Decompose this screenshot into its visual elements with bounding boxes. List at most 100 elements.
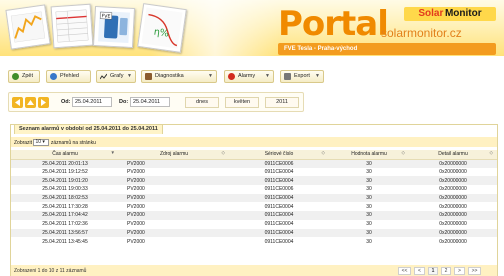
- cell-detail: 0x20000000: [409, 193, 497, 203]
- cell-source: PV2000: [119, 185, 229, 194]
- previous-period-button[interactable]: [12, 97, 23, 108]
- next-period-button[interactable]: [38, 97, 49, 108]
- back-button[interactable]: Zpět: [8, 70, 40, 83]
- export-button-label: Export: [294, 73, 310, 79]
- station-name-bar: FVE Tesla - Praha-východ: [278, 43, 496, 55]
- month-button[interactable]: květen: [225, 97, 259, 108]
- cell-serial: 0911CE0006: [229, 185, 329, 194]
- back-button-label: Zpět: [22, 73, 34, 79]
- overview-button[interactable]: Přehled: [46, 70, 91, 83]
- column-header-label: Čas alarmu: [52, 151, 78, 158]
- sort-icon: ◇: [401, 150, 405, 155]
- cell-serial: 0911CE0004: [229, 211, 329, 220]
- alarm-table: Čas alarmu ▼ Zdroj alarmu ◇ Sériové číslo ◇…: [11, 150, 497, 246]
- overview-button-label: Přehled: [60, 73, 79, 79]
- pager-next-button[interactable]: >: [454, 267, 465, 275]
- portal-header: FVE η% Portal Solar Monitor solarmonitor…: [0, 0, 504, 56]
- cell-time: 25.04.2011 13:56:57: [11, 228, 119, 238]
- inverter-card-icon: FVE: [92, 5, 136, 49]
- cell-detail: 0x20000000: [409, 237, 497, 246]
- svg-text:η%: η%: [153, 27, 169, 40]
- cell-serial: 0911CE0004: [229, 202, 329, 212]
- sort-icon: ◇: [221, 150, 225, 155]
- export-menu-button[interactable]: Export ▼: [280, 70, 324, 83]
- per-page-control: Zobrazit 10 ▾ záznamů na stránku: [14, 139, 96, 146]
- up-period-button[interactable]: [25, 97, 36, 108]
- today-button[interactable]: dnes: [185, 97, 219, 108]
- cell-serial: 0911CE0006: [229, 159, 329, 168]
- cell-source: PV2000: [119, 228, 229, 238]
- cell-detail: 0x20000000: [409, 228, 497, 238]
- column-header-time[interactable]: Čas alarmu ▼: [11, 150, 119, 160]
- column-header-serial[interactable]: Sériové číslo ◇: [229, 150, 329, 160]
- per-page-select[interactable]: 10 ▾: [33, 139, 50, 146]
- table-info: Zobrazeni 1 do 10 z 11 záznamů: [14, 268, 87, 274]
- cell-value: 30: [329, 237, 409, 246]
- chart-icon: [99, 73, 108, 80]
- cell-time: 25.04.2011 13:45:45: [11, 237, 119, 246]
- table-header-row: Čas alarmu ▼ Zdroj alarmu ◇ Sériové číslo ◇…: [11, 150, 497, 160]
- diagnostics-menu-button[interactable]: Diagnostika ▼: [141, 70, 217, 83]
- cell-time: 25.04.2011 19:00:33: [11, 185, 119, 194]
- cell-value: 30: [329, 185, 409, 194]
- portal-title: Portal: [278, 4, 389, 44]
- cell-value: 30: [329, 211, 409, 220]
- column-header-label: Sériové číslo: [264, 151, 294, 158]
- column-header-value[interactable]: Hodnota alarmu ◇: [329, 150, 409, 160]
- sort-icon: ◇: [321, 150, 325, 155]
- chevron-down-icon: ▼: [127, 73, 132, 79]
- pager-previous-button[interactable]: <: [414, 267, 425, 275]
- sort-icon: ▼: [110, 150, 115, 155]
- cell-serial: 0911CE0004: [229, 167, 329, 177]
- to-date-label: Do:: [119, 99, 129, 105]
- chevron-down-icon: ▼: [315, 73, 320, 79]
- cell-source: PV2000: [119, 202, 229, 212]
- table-card-icon: [50, 3, 94, 49]
- charts-menu-button[interactable]: Grafy ▼: [96, 70, 136, 83]
- table-row: 25.04.2011 17:04:42 PV2000 0911CE0004 30 0x2…: [11, 211, 497, 220]
- cell-value: 30: [329, 167, 409, 177]
- cell-detail: 0x20000000: [409, 176, 497, 186]
- alarms-menu-button[interactable]: Alarmy ▼: [224, 70, 274, 83]
- cell-value: 30: [329, 202, 409, 212]
- column-header-detail[interactable]: Detail alarmu ◇: [409, 150, 497, 160]
- cell-source: PV2000: [119, 167, 229, 177]
- table-row: 25.04.2011 18:02:53 PV2000 0911CE0004 30 0x2…: [11, 193, 497, 203]
- card-fve-label: FVE: [101, 13, 110, 19]
- column-header-label: Detail alarmu: [438, 151, 468, 158]
- arrow-right-icon: [41, 99, 46, 106]
- year-button[interactable]: 2011: [265, 97, 299, 108]
- diagnostics-button-label: Diagnostika: [155, 73, 184, 79]
- from-date-label: Od:: [61, 99, 71, 105]
- pager-last-button[interactable]: >>: [468, 267, 481, 275]
- brand-logo: Solar Monitor: [404, 7, 496, 21]
- cell-value: 30: [329, 228, 409, 238]
- pager-page-1[interactable]: 1: [428, 267, 438, 275]
- cell-value: 30: [329, 159, 409, 168]
- cell-source: PV2000: [119, 193, 229, 203]
- column-header-source[interactable]: Zdroj alarmu ◇: [119, 150, 229, 160]
- pager-page-2[interactable]: 2: [441, 267, 451, 275]
- cell-detail: 0x20000000: [409, 167, 497, 177]
- cell-detail: 0x20000000: [409, 211, 497, 220]
- table-row: 25.04.2011 17:02:36 PV2000 0911CE0004 30 0x2…: [11, 219, 497, 229]
- diagnostics-icon: [145, 73, 152, 80]
- cell-serial: 0911CE0004: [229, 228, 329, 238]
- table-row: 25.04.2011 20:01:13 PV2000 0911CE0006 30 0x2…: [11, 159, 497, 168]
- to-date-input[interactable]: 25.04.2011: [130, 97, 170, 107]
- cell-detail: 0x20000000: [409, 159, 497, 168]
- cell-source: PV2000: [119, 219, 229, 229]
- column-header-label: Zdroj alarmu: [159, 151, 189, 158]
- arrow-up-icon: [27, 100, 34, 105]
- from-date-input[interactable]: 25.04.2011: [72, 97, 112, 107]
- sort-icon: ◇: [489, 150, 493, 155]
- brand-monitor-text: Monitor: [444, 8, 482, 19]
- cell-source: PV2000: [119, 237, 229, 246]
- cell-time: 25.04.2011 19:01:20: [11, 176, 119, 186]
- cell-value: 30: [329, 219, 409, 229]
- cell-source: PV2000: [119, 211, 229, 220]
- table-row: 25.04.2011 19:00:33 PV2000 0911CE0006 30 0x2…: [11, 185, 497, 194]
- pager-first-button[interactable]: <<: [398, 267, 411, 275]
- export-icon: [284, 73, 291, 80]
- cell-time: 25.04.2011 19:12:52: [11, 167, 119, 177]
